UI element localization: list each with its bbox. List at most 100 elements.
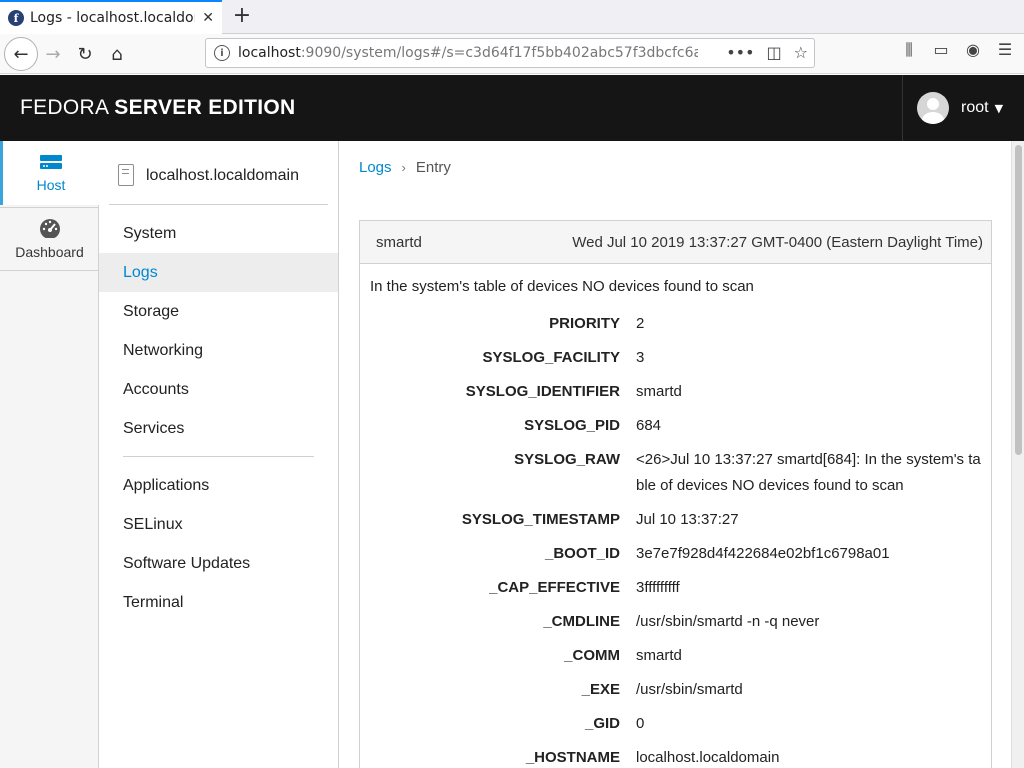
account-icon[interactable]: ◉ — [964, 40, 982, 60]
info-icon[interactable]: i — [214, 45, 230, 61]
entry-timestamp: Wed Jul 10 2019 13:37:27 GMT-0400 (Easte… — [572, 233, 983, 251]
field-value: Jul 10 13:37:27 — [636, 511, 739, 528]
url-bar[interactable]: i localhost:9090/system/logs#/s=c3d64f17… — [205, 38, 815, 68]
chevron-right-icon: › — [401, 160, 406, 175]
caret-down-icon: ▼ — [994, 101, 1004, 115]
more-actions-icon[interactable]: ••• — [726, 43, 754, 62]
field-value: 3fffffffff — [636, 579, 680, 596]
breadcrumb-current: Entry — [415, 159, 451, 176]
field-value: 2 — [636, 315, 645, 332]
field-key: _EXE — [581, 681, 620, 698]
field-value: localhost.localdomain — [636, 749, 780, 766]
field-row: SYSLOG_TIMESTAMP Jul 10 13:37:27 — [360, 507, 993, 533]
dashboard-gauge-icon — [39, 219, 60, 238]
entry-fields-table: PRIORITY 2 SYSLOG_FACILITY 3 SYSLOG_IDENTIFI… — [360, 311, 993, 768]
field-row: SYSLOG_IDENTIFIER smartd — [360, 379, 993, 405]
field-key: _HOSTNAME — [525, 749, 620, 766]
field-key: _CAP_EFFECTIVE — [489, 579, 620, 596]
browser-tab[interactable]: f Logs - localhost.localdomain ✕ — [0, 0, 222, 34]
nav-dashboard-label: Dashboard — [15, 244, 84, 260]
field-value: /usr/sbin/smartd -n -q never — [636, 613, 820, 630]
field-value: 684 — [636, 417, 662, 434]
menu-item-selinux[interactable]: SELinux — [99, 505, 338, 544]
field-value: 0 — [636, 715, 645, 732]
host-switcher[interactable]: localhost.localdomain — [109, 159, 328, 205]
menu-item-logs[interactable]: Logs — [99, 253, 338, 292]
field-key: PRIORITY — [549, 315, 620, 332]
menu-item-terminal[interactable]: Terminal — [99, 583, 338, 622]
host-name: localhost.localdomain — [146, 166, 299, 184]
host-menu: localhost.localdomain System Logs Storag… — [99, 141, 339, 768]
browser-toolbar: ⫼ ▭ ◉ ☰ — [900, 40, 1024, 60]
sidebar-icon[interactable]: ▭ — [932, 40, 950, 60]
field-row: _EXE/usr/sbin/smartd — [360, 677, 993, 703]
avatar — [917, 92, 949, 124]
field-row: SYSLOG_PID 684 — [360, 413, 993, 439]
menu-item-system[interactable]: System — [99, 214, 338, 253]
reload-icon[interactable]: ↻ — [70, 39, 100, 69]
menu-icon[interactable]: ☰ — [996, 40, 1014, 60]
home-icon[interactable]: ⌂ — [102, 39, 132, 69]
browser-navbar: ← → ↻ ⌂ i localhost:9090/system/logs#/s=… — [0, 34, 1024, 74]
library-icon[interactable]: ⫼ — [900, 40, 918, 60]
forward-icon[interactable]: → — [38, 39, 68, 69]
server-icon — [40, 155, 62, 169]
page-scrollbar[interactable] — [1011, 141, 1024, 768]
menu-item-applications[interactable]: Applications — [99, 466, 338, 505]
nav-host[interactable]: Host — [0, 141, 99, 205]
log-entry-panel: smartd Wed Jul 10 2019 13:37:27 GMT-0400… — [359, 220, 992, 768]
field-row: PRIORITY 2 — [360, 311, 993, 337]
brand-logo: FEDORA SERVER EDITION — [20, 96, 296, 119]
field-value: smartd — [636, 383, 682, 400]
entry-identifier: smartd — [376, 233, 422, 251]
menu-item-networking[interactable]: Networking — [99, 331, 338, 370]
field-row: _GID 0 — [360, 711, 993, 737]
main-content: Logs › Entry smartd Wed Jul 10 2019 13:3… — [339, 141, 1011, 768]
url-text[interactable]: localhost:9090/system/logs#/s=c3d64f17f5… — [238, 45, 698, 61]
field-key: _CMDLINE — [543, 613, 620, 630]
menu-item-accounts[interactable]: Accounts — [99, 370, 338, 409]
field-row: SYSLOG_FACILITY 3 — [360, 345, 993, 371]
user-menu[interactable]: root ▼ — [902, 75, 1024, 141]
field-key: SYSLOG_IDENTIFIER — [465, 383, 620, 400]
field-key: SYSLOG_PID — [524, 417, 620, 434]
bookmark-star-icon[interactable]: ☆ — [794, 43, 808, 62]
menu-item-storage[interactable]: Storage — [99, 292, 338, 331]
field-key: SYSLOG_FACILITY — [482, 349, 620, 366]
breadcrumb: Logs › Entry — [359, 159, 451, 176]
menu-divider — [123, 456, 314, 457]
field-value: /usr/sbin/smartd — [636, 681, 743, 698]
field-key: SYSLOG_TIMESTAMP — [461, 511, 620, 528]
field-value: <26>Jul 10 13:37:27 smartd[684]: In the … — [636, 451, 981, 494]
user-name: root — [961, 99, 989, 116]
nav-host-label: Host — [36, 177, 66, 193]
tab-title: Logs - localhost.localdomain — [30, 10, 195, 26]
nav-dashboard[interactable]: Dashboard — [0, 207, 99, 271]
vertical-nav: Host Dashboard — [0, 141, 99, 768]
field-row: _CMDLINE/usr/sbin/smartd -n -q never — [360, 609, 993, 635]
field-row: _COMM smartd — [360, 643, 993, 669]
field-row: SYSLOG_RAW <26>Jul 10 13:37:27 smartd[684… — [360, 447, 993, 499]
menu-item-software-updates[interactable]: Software Updates — [99, 544, 338, 583]
menu-item-services[interactable]: Services — [99, 409, 338, 448]
entry-message: In the system's table of devices NO devi… — [370, 278, 754, 295]
host-server-icon — [118, 163, 134, 186]
field-key: SYSLOG_RAW — [514, 451, 620, 468]
field-key: _GID — [584, 715, 620, 732]
field-row: _HOSTNAME localhost.localdomain — [360, 745, 993, 768]
browser-tabbar: f Logs - localhost.localdomain ✕ + — [0, 0, 1024, 34]
scroll-thumb[interactable] — [1015, 145, 1022, 455]
app-header: FEDORA SERVER EDITION root ▼ — [0, 75, 1024, 141]
pocket-icon[interactable]: ◫ — [767, 43, 782, 62]
field-value: 3e7e7f928d4f422684e02bf1c6798a01 — [636, 545, 890, 562]
breadcrumb-logs-link[interactable]: Logs — [359, 159, 392, 176]
field-value: smartd — [636, 647, 682, 664]
back-icon[interactable]: ← — [4, 37, 38, 71]
field-row: _BOOT_ID 3e7e7f928d4f422684e02bf1c6798a01 — [360, 541, 993, 567]
close-tab-icon[interactable]: ✕ — [202, 10, 214, 26]
url-actions: ••• ◫ ☆ — [726, 43, 808, 62]
field-row: _CAP_EFFECTIVE 3fffffffff — [360, 575, 993, 601]
fedora-favicon-icon: f — [8, 10, 24, 26]
new-tab-icon[interactable]: + — [230, 4, 254, 28]
field-key: _COMM — [564, 647, 620, 664]
